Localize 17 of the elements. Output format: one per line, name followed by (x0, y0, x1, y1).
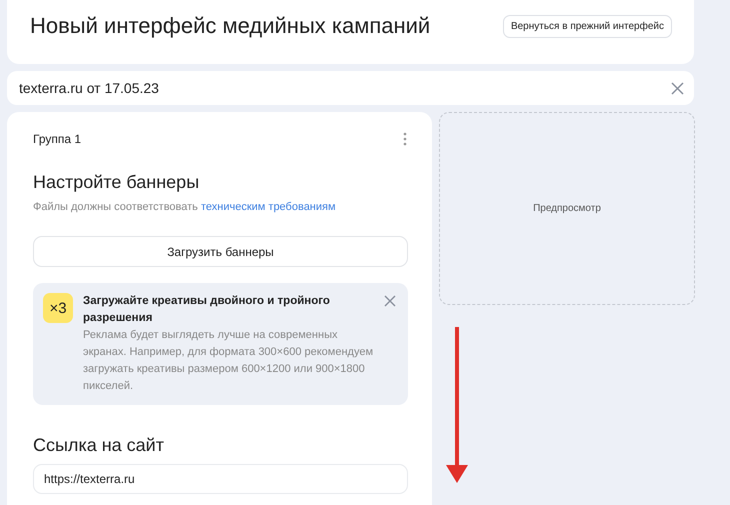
upload-button[interactable]: Загрузить баннеры (33, 236, 408, 267)
preview-label: Предпросмотр (533, 203, 601, 214)
group-name: Группа 1 (33, 132, 82, 146)
requirements-note: Файлы должны соответствовать техническим требованиям (33, 201, 337, 213)
page-title: Новый интерфейс медийных кампаний (30, 13, 430, 39)
close-icon[interactable] (671, 82, 684, 94)
back-button[interactable]: Вернуться в прежний интерфейс (502, 14, 672, 38)
section-heading: Ссылка на сайт (33, 435, 165, 456)
tip-title: Загружайте креативы двойного и тройного разрешения (83, 294, 331, 326)
tip-body: Реклама будет выглядеть лучше на современных экранах. Например, для формата 300×600 рекомендуем загружать креативы размером 600×1200 или 900×1800 пикселей. (83, 328, 374, 394)
close-icon[interactable] (384, 295, 396, 307)
more-icon[interactable] (403, 132, 407, 146)
resolution-badge: ×3 (43, 293, 73, 323)
requirements-link[interactable]: техническим требованиям (200, 201, 336, 213)
campaign-name: texterra.ru от 17.05.23 (19, 80, 159, 96)
url-field[interactable]: https://texterra.ru (33, 464, 408, 494)
section-heading: Настройте баннеры (33, 172, 200, 193)
